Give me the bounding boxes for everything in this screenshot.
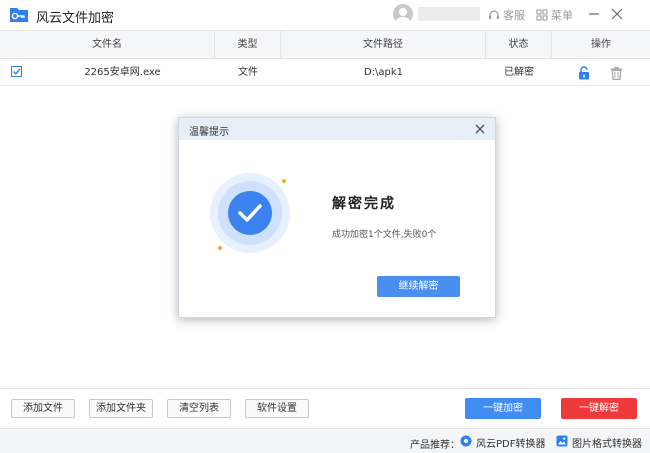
- dialog-header: 温馨提示: [179, 118, 495, 140]
- column-header-filename: 文件名: [0, 31, 215, 59]
- dialog-title: 温馨提示: [189, 127, 229, 138]
- clear-list-button[interactable]: 清空列表: [167, 399, 231, 418]
- avatar[interactable]: [393, 4, 413, 24]
- username-placeholder[interactable]: [418, 7, 480, 21]
- menu-button[interactable]: 菜单: [536, 6, 573, 24]
- completion-dialog: 温馨提示 解密完成 成功加密1个文件,失败0个 继续解密: [178, 117, 496, 318]
- app-folder-key-icon: [10, 8, 28, 22]
- add-folder-button[interactable]: 添加文件夹: [89, 399, 153, 418]
- grid-menu-icon: [536, 9, 548, 21]
- column-header-actions: 操作: [591, 39, 611, 50]
- file-path-cell: D:\apk1: [363, 67, 404, 78]
- continue-decrypt-button[interactable]: 继续解密: [377, 276, 460, 297]
- customer-service-label: 客服: [503, 9, 525, 22]
- file-type-cell: 文件: [238, 67, 258, 78]
- close-window-icon[interactable]: [607, 4, 627, 24]
- table-row[interactable]: 2265安卓网.exe 文件 D:\apk1 已解密: [0, 59, 650, 86]
- row-checkbox[interactable]: [11, 66, 22, 77]
- app-title: 风云文件加密: [36, 11, 115, 26]
- decrypt-all-button[interactable]: 一键解密: [561, 398, 637, 419]
- table-header: 文件名 类型 文件路径 状态 操作: [0, 30, 650, 59]
- image-converter-link[interactable]: 图片格式转换器: [572, 435, 642, 450]
- pdf-converter-link[interactable]: 风云PDF转换器: [476, 435, 545, 450]
- pdf-converter-icon[interactable]: [460, 435, 472, 447]
- checkmark-icon: [13, 68, 21, 75]
- title-bar: 风云文件加密 客服 菜单: [0, 0, 650, 30]
- unlock-icon[interactable]: [577, 66, 591, 80]
- software-settings-button[interactable]: 软件设置: [245, 399, 309, 418]
- product-recommend-label: 产品推荐：: [410, 440, 460, 451]
- customer-service-button[interactable]: 客服: [488, 6, 525, 24]
- column-header-path: 文件路径: [281, 31, 486, 59]
- dialog-close-icon[interactable]: [473, 122, 487, 136]
- decoration-dot: [282, 179, 286, 183]
- headset-icon: [489, 10, 499, 19]
- file-name-cell: 2265安卓网.exe: [84, 67, 161, 78]
- add-file-button[interactable]: 添加文件: [11, 399, 75, 418]
- menu-label: 菜单: [551, 9, 573, 22]
- column-header-type: 类型: [215, 31, 281, 59]
- column-header-status: 状态: [486, 31, 552, 59]
- trash-icon[interactable]: [610, 66, 623, 80]
- dialog-message: 成功加密1个文件,失败0个: [332, 230, 437, 240]
- minimize-icon[interactable]: [584, 4, 604, 24]
- dialog-heading: 解密完成: [332, 196, 396, 212]
- image-converter-icon[interactable]: [556, 435, 568, 447]
- file-status-cell: 已解密: [504, 67, 534, 78]
- footer: 产品推荐：: [0, 428, 650, 453]
- decoration-dot: [218, 246, 222, 250]
- encrypt-all-button[interactable]: 一键加密: [465, 398, 541, 419]
